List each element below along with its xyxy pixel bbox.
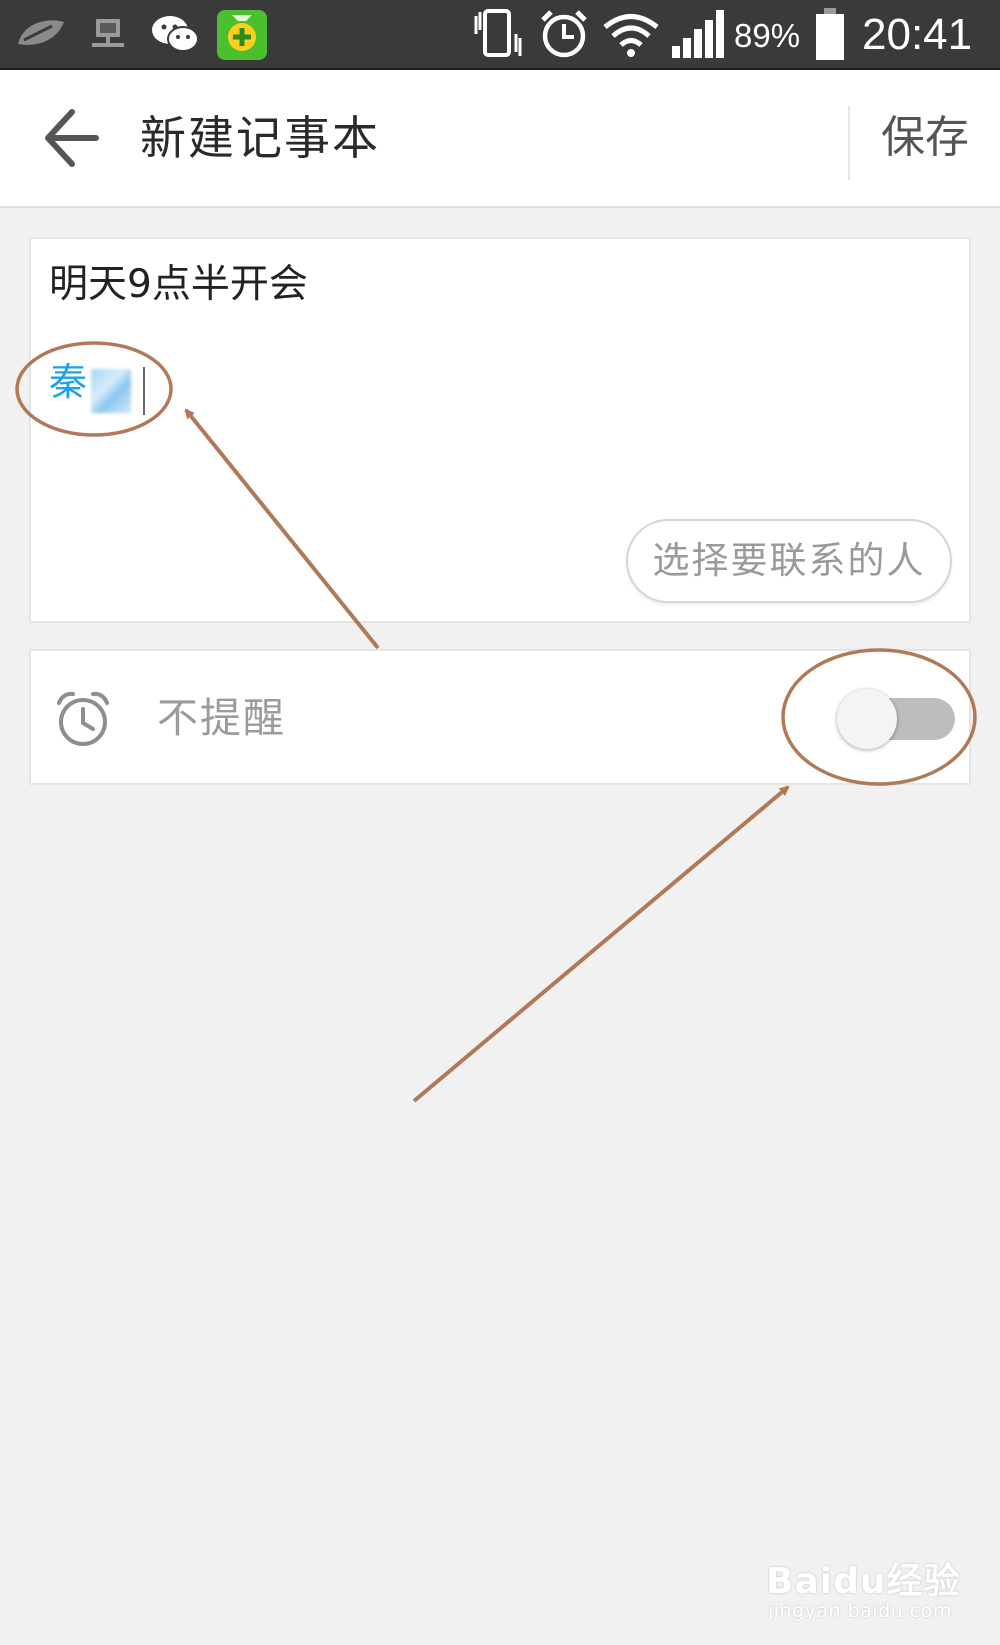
vibrate-icon — [474, 9, 522, 57]
back-button[interactable] — [30, 100, 114, 176]
security-app-icon — [217, 10, 267, 60]
text-cursor — [143, 366, 146, 415]
battery-percent: 89% — [734, 17, 801, 54]
watermark-url: jingyan.baidu.com — [768, 1600, 952, 1622]
toggle-knob — [837, 689, 897, 749]
page-title: 新建记事本 — [140, 111, 380, 165]
alarm-icon — [541, 10, 587, 58]
back-arrow-icon — [45, 109, 99, 167]
signal-icon — [672, 10, 724, 58]
wechat-icon — [152, 16, 199, 52]
choose-contact-button[interactable]: 选择要联系的人 — [626, 519, 952, 603]
header-divider — [848, 106, 850, 180]
blurred-name — [91, 368, 132, 413]
battery-icon — [816, 8, 844, 60]
clock-time: 20:41 — [862, 10, 973, 59]
annotation-arrow-toggle — [412, 785, 790, 1103]
reminder-label: 不提醒 — [157, 694, 286, 742]
save-button[interactable]: 保存 — [870, 106, 980, 170]
network-icon — [92, 19, 124, 47]
contact-chip[interactable]: 秦 — [49, 355, 146, 415]
note-card: 明天9点半开会 秦 选择要联系的人 — [29, 237, 971, 623]
clock-icon — [57, 691, 109, 746]
reminder-card: 不提醒 — [29, 649, 971, 785]
baidu-watermark: Baidu经验 jingyan.baidu.com — [766, 1550, 976, 1630]
leaf-icon — [18, 20, 64, 45]
watermark-brand: Baidu经验 — [766, 1561, 961, 1602]
reminder-toggle[interactable] — [837, 689, 955, 749]
note-content-input[interactable]: 明天9点半开会 — [49, 257, 308, 313]
wifi-icon — [603, 14, 659, 57]
contact-name: 秦 — [49, 360, 88, 404]
status-bar: 89% 20:41 — [0, 0, 1000, 70]
app-header: 新建记事本 保存 — [0, 70, 1000, 208]
